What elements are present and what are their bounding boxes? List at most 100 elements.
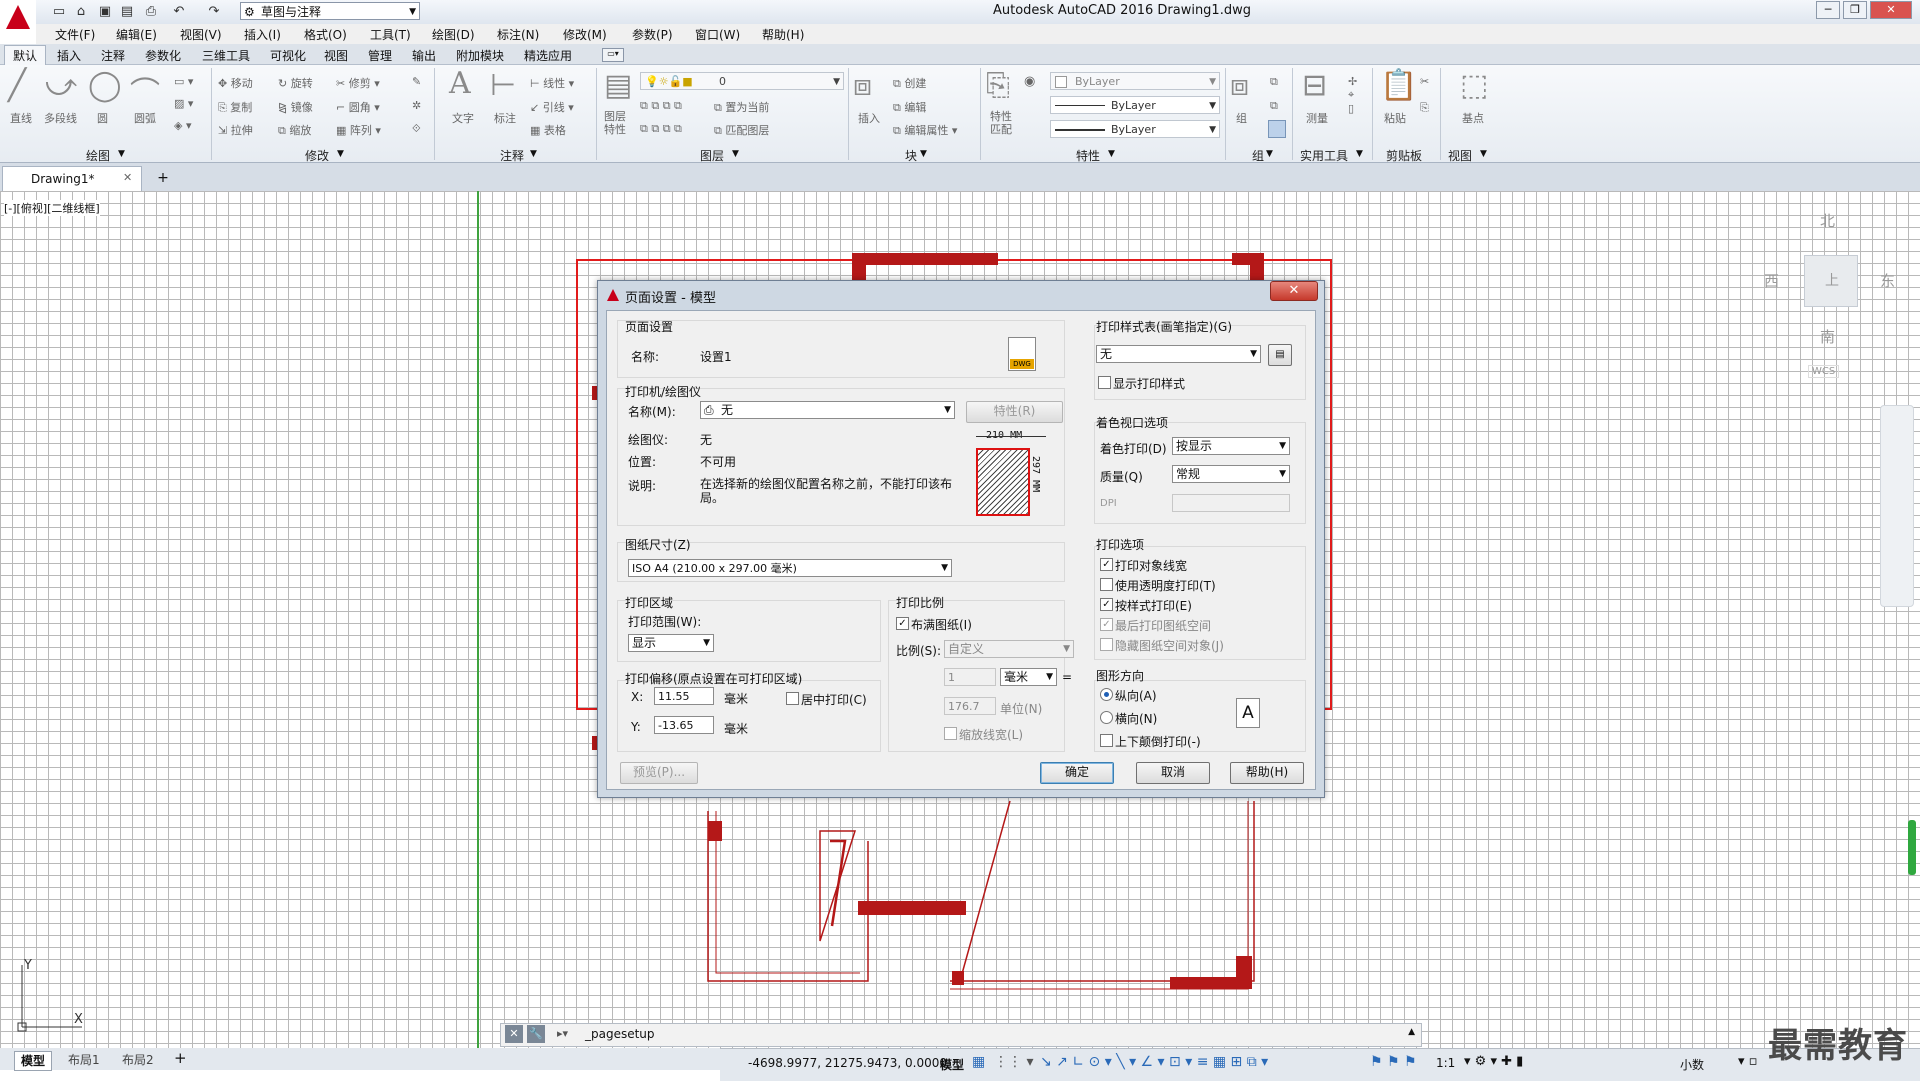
- ribbon-minimize-toggle[interactable]: ▭▾: [602, 48, 624, 62]
- match-properties-icon[interactable]: ⎘: [986, 68, 1010, 103]
- menu-edit[interactable]: 编辑(E): [116, 26, 157, 43]
- tab-layout1[interactable]: 布局1: [62, 1051, 106, 1069]
- upside-down-checkbox[interactable]: [1100, 734, 1113, 747]
- portrait-radio[interactable]: [1100, 688, 1113, 701]
- tool-paste[interactable]: 粘贴: [1384, 110, 1406, 126]
- annotation-icons[interactable]: ⚑ ⚑ ⚑: [1370, 1054, 1417, 1070]
- tab-default[interactable]: 默认: [13, 47, 37, 64]
- rectangle-icon[interactable]: ▭ ▾: [174, 75, 193, 88]
- workspace-select[interactable]: ⚙ 草图与注释 ▼: [240, 2, 420, 20]
- panel-layer[interactable]: 图层: [700, 147, 724, 164]
- preview-button[interactable]: 预览(P)...: [620, 762, 698, 784]
- annotation-scale[interactable]: 1:1: [1436, 1056, 1455, 1070]
- navigation-bar[interactable]: [1880, 405, 1914, 607]
- tool-edit-attributes[interactable]: ⧉ 编辑属性 ▾: [893, 122, 957, 138]
- fit-to-paper-checkbox[interactable]: ✓: [896, 617, 909, 630]
- panel-properties[interactable]: 特性: [1076, 147, 1100, 164]
- gradient-icon[interactable]: ◈ ▾: [174, 119, 191, 132]
- ungroup-icon[interactable]: ⧉: [1270, 75, 1278, 89]
- new-file-icon[interactable]: ▭: [50, 3, 68, 21]
- restore-button[interactable]: ❐: [1843, 1, 1867, 19]
- menu-draw[interactable]: 绘图(D): [432, 26, 475, 43]
- tab-3d-tools[interactable]: 三维工具: [202, 47, 250, 64]
- tool-polyline[interactable]: 多段线: [44, 110, 77, 126]
- base-point-icon[interactable]: ⬚: [1460, 68, 1488, 103]
- plot-lineweights-checkbox[interactable]: ✓: [1100, 558, 1113, 571]
- panel-group[interactable]: 组: [1252, 147, 1264, 164]
- chevron-down-icon[interactable]: ▼: [337, 149, 344, 159]
- tab-model[interactable]: 模型: [14, 1051, 53, 1071]
- menu-tools[interactable]: 工具(T): [370, 26, 411, 43]
- hatch-icon[interactable]: ▨ ▾: [174, 97, 193, 110]
- panel-block[interactable]: 块: [905, 147, 917, 164]
- snap-icon[interactable]: ⋮⋮ ▾: [994, 1054, 1033, 1070]
- tab-layout2[interactable]: 布局2: [116, 1051, 160, 1069]
- group-edit-icon[interactable]: ⧉: [1270, 99, 1278, 113]
- group-selection-icon[interactable]: [1268, 120, 1286, 138]
- layer-combo[interactable]: 💡☼🔓■ 0 ▼: [640, 72, 844, 90]
- plot-with-styles-checkbox[interactable]: ✓: [1100, 598, 1113, 611]
- doc-tab-drawing1[interactable]: Drawing1* ✕: [2, 166, 142, 192]
- close-window-button[interactable]: ✕: [1870, 1, 1912, 19]
- color-combo[interactable]: ByLayer ▼: [1050, 72, 1220, 90]
- tab-output[interactable]: 输出: [412, 47, 436, 64]
- paper-size-select[interactable]: ISO A4 (210.00 x 297.00 毫米) ▼: [628, 559, 952, 577]
- panel-modify[interactable]: 修改: [305, 147, 329, 164]
- menu-format[interactable]: 格式(O): [304, 26, 347, 43]
- tool-rotate[interactable]: ↻ 旋转: [278, 75, 313, 91]
- tool-dimension[interactable]: 标注: [494, 110, 516, 126]
- chevron-down-icon[interactable]: ▼: [920, 149, 927, 159]
- units-display[interactable]: 小数: [1680, 1056, 1704, 1073]
- tool-base-point[interactable]: 基点: [1462, 110, 1484, 126]
- plot-paperspace-last-checkbox[interactable]: ✓: [1100, 618, 1113, 631]
- polyline-icon[interactable]: ⤻: [45, 68, 77, 103]
- tab-featured-apps[interactable]: 精选应用: [524, 47, 572, 64]
- menu-dimension[interactable]: 标注(N): [497, 26, 539, 43]
- paste-icon[interactable]: 📋: [1380, 68, 1417, 103]
- center-plot-checkbox[interactable]: [786, 692, 799, 705]
- tab-addins[interactable]: 附加模块: [456, 47, 504, 64]
- offset-x-input[interactable]: 11.55: [654, 687, 714, 705]
- chevron-down-icon[interactable]: ▼: [1108, 149, 1115, 159]
- dialog-close-button[interactable]: ✕: [1270, 281, 1318, 301]
- viewcube-north[interactable]: 北: [1820, 210, 1835, 231]
- grid-icon[interactable]: ▦: [972, 1054, 985, 1070]
- command-line[interactable]: ✕ 🔧 ▸▾ _pagesetup ▲: [500, 1023, 1422, 1047]
- panel-view[interactable]: 视图: [1448, 147, 1472, 164]
- panel-annotation[interactable]: 注释: [500, 147, 524, 164]
- viewcube-west[interactable]: 西: [1764, 270, 1779, 291]
- tool-line[interactable]: 直线: [10, 110, 32, 126]
- tab-annotate[interactable]: 注释: [101, 47, 125, 64]
- scale-value-1-input[interactable]: 1: [944, 668, 996, 686]
- tool-linear[interactable]: ⊢ 线性 ▾: [530, 75, 574, 91]
- insert-block-icon[interactable]: ⧈: [853, 68, 872, 103]
- line-icon[interactable]: ╱: [8, 68, 26, 103]
- circle-icon[interactable]: ◯: [88, 68, 122, 103]
- arc-icon[interactable]: ⌒: [130, 68, 160, 112]
- menu-modify[interactable]: 修改(M): [563, 26, 607, 43]
- menu-parametric[interactable]: 参数(P): [632, 26, 673, 43]
- tool-create-block[interactable]: ⧉ 创建: [893, 75, 926, 91]
- dpi-input[interactable]: [1172, 494, 1290, 512]
- tool-text[interactable]: 文字: [452, 110, 474, 126]
- explode-icon[interactable]: ✲: [412, 99, 421, 112]
- scale-value-2-input[interactable]: 176.7: [944, 697, 996, 715]
- scroll-indicator[interactable]: [1908, 820, 1916, 875]
- layer-tool-icons-row1[interactable]: ⧉ ⧉ ⧉ ⧉: [640, 99, 682, 113]
- tool-insert[interactable]: 插入: [858, 110, 880, 126]
- chevron-down-icon[interactable]: ▼: [1356, 149, 1363, 159]
- measure-icon[interactable]: ⊟: [1302, 68, 1327, 103]
- save-as-icon[interactable]: ▤: [118, 3, 136, 21]
- print-icon[interactable]: ⎙: [142, 3, 160, 21]
- save-icon[interactable]: ▣: [96, 3, 114, 21]
- tool-match-layer[interactable]: ⧉ 匹配图层: [714, 122, 769, 138]
- scale-unit-select[interactable]: 毫米 ▼: [1000, 668, 1057, 686]
- menu-insert[interactable]: 插入(I): [244, 26, 281, 43]
- coordinates-readout[interactable]: -4698.9977, 21275.9473, 0.0000: [748, 1056, 947, 1070]
- scale-select[interactable]: 自定义 ▼: [944, 640, 1074, 658]
- layer-tool-icons-row2[interactable]: ⧉ ⧉ ⧉ ⧉: [640, 122, 682, 136]
- show-plot-styles-checkbox[interactable]: [1098, 376, 1111, 389]
- wrench-icon[interactable]: 🔧: [527, 1025, 545, 1043]
- quality-select[interactable]: 常规 ▼: [1172, 465, 1290, 483]
- chevron-down-icon[interactable]: ▼: [732, 149, 739, 159]
